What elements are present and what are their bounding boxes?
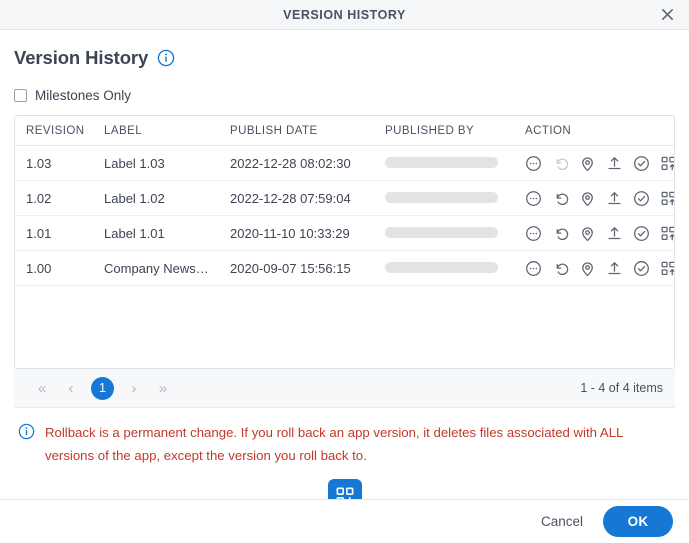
redacted-value bbox=[385, 261, 498, 273]
dialog-titlebar: VERSION HISTORY bbox=[0, 0, 689, 30]
info-circle-icon bbox=[18, 423, 35, 440]
table-header-row: REVISION LABEL PUBLISH DATE PUBLISHED BY… bbox=[15, 116, 674, 146]
table-row[interactable]: 1.01 Label 1.01 2020-11-10 10:33:29 bbox=[15, 215, 674, 251]
cancel-button[interactable]: Cancel bbox=[537, 508, 587, 535]
cell-published-by bbox=[385, 145, 525, 181]
cell-label: Label 1.03 bbox=[104, 145, 230, 181]
page-title: Version History bbox=[14, 47, 149, 68]
rollback-warning-text: Rollback is a permanent change. If you r… bbox=[45, 425, 623, 463]
dialog-footer: Cancel OK bbox=[0, 499, 689, 543]
cell-publish-date: 2020-09-07 15:56:15 bbox=[230, 250, 385, 286]
cell-label-text: Label 1.02 bbox=[104, 190, 165, 206]
cell-label: Label 1.01 bbox=[104, 215, 230, 251]
cell-label: Label 1.02 bbox=[104, 180, 230, 216]
row-action-group bbox=[525, 260, 674, 277]
cell-label-text: Label 1.01 bbox=[104, 225, 165, 241]
redacted-value bbox=[385, 226, 498, 238]
redacted-value bbox=[385, 191, 498, 203]
check-circle-icon[interactable] bbox=[633, 155, 650, 172]
check-circle-icon[interactable] bbox=[633, 260, 650, 277]
column-header-action: ACTION bbox=[525, 116, 674, 146]
row-action-group bbox=[525, 190, 674, 207]
column-header-publish-date[interactable]: PUBLISH DATE bbox=[230, 116, 385, 146]
column-header-revision[interactable]: REVISION bbox=[15, 116, 104, 146]
more-options-icon[interactable] bbox=[525, 190, 542, 207]
upload-icon[interactable] bbox=[606, 155, 623, 172]
pagination-next-icon[interactable]: › bbox=[122, 376, 146, 400]
add-to-grid-icon[interactable] bbox=[660, 225, 674, 242]
check-circle-icon[interactable] bbox=[633, 225, 650, 242]
table-row[interactable]: 1.03 Label 1.03 2022-12-28 08:02:30 bbox=[15, 145, 674, 181]
version-history-table: REVISION LABEL PUBLISH DATE PUBLISHED BY… bbox=[14, 115, 675, 369]
upload-icon[interactable] bbox=[606, 225, 623, 242]
ok-button[interactable]: OK bbox=[603, 506, 673, 537]
add-to-grid-icon[interactable] bbox=[660, 260, 674, 277]
more-options-icon[interactable] bbox=[525, 260, 542, 277]
more-options-icon[interactable] bbox=[525, 225, 542, 242]
cell-actions bbox=[525, 215, 674, 251]
milestones-only-label: Milestones Only bbox=[35, 88, 132, 103]
cell-label: Company News… bbox=[104, 250, 230, 286]
pagination-prev-icon[interactable]: ‹ bbox=[59, 376, 83, 400]
cell-label-text: Company News… bbox=[104, 260, 209, 276]
rollback-icon[interactable] bbox=[552, 225, 569, 242]
pagination-bar: « ‹ 1 › » 1 - 4 of 4 items bbox=[14, 369, 675, 408]
cell-actions bbox=[525, 250, 674, 286]
column-header-published-by[interactable]: PUBLISHED BY bbox=[385, 116, 525, 146]
cell-published-by bbox=[385, 215, 525, 251]
rollback-icon[interactable] bbox=[552, 260, 569, 277]
pagination-first-icon[interactable]: « bbox=[30, 376, 54, 400]
location-pin-icon[interactable] bbox=[579, 225, 596, 242]
check-circle-icon[interactable] bbox=[633, 190, 650, 207]
table-row[interactable]: 1.00 Company News… 2020-09-07 15:56:15 bbox=[15, 250, 674, 286]
cell-publish-date: 2022-12-28 08:02:30 bbox=[230, 145, 385, 181]
row-action-group bbox=[525, 155, 674, 172]
cell-revision: 1.00 bbox=[15, 250, 104, 286]
cell-revision: 1.03 bbox=[15, 145, 104, 181]
dialog-title: VERSION HISTORY bbox=[283, 7, 406, 22]
redacted-value bbox=[385, 156, 498, 168]
row-action-group bbox=[525, 225, 674, 242]
upload-icon[interactable] bbox=[606, 190, 623, 207]
cell-actions bbox=[525, 145, 674, 181]
pagination-page-1[interactable]: 1 bbox=[91, 376, 114, 400]
more-options-icon[interactable] bbox=[525, 155, 542, 172]
close-icon[interactable] bbox=[655, 3, 679, 27]
location-pin-icon[interactable] bbox=[579, 155, 596, 172]
cell-published-by bbox=[385, 250, 525, 286]
pagination-last-icon[interactable]: » bbox=[151, 376, 175, 400]
page-title-row: Version History bbox=[14, 30, 675, 69]
location-pin-icon[interactable] bbox=[579, 190, 596, 207]
cell-publish-date: 2022-12-28 07:59:04 bbox=[230, 180, 385, 216]
add-to-grid-icon[interactable] bbox=[660, 190, 674, 207]
cell-publish-date: 2020-11-10 10:33:29 bbox=[230, 215, 385, 251]
rollback-warning: Rollback is a permanent change. If you r… bbox=[14, 408, 675, 467]
upload-icon[interactable] bbox=[606, 260, 623, 277]
cell-revision: 1.01 bbox=[15, 215, 104, 251]
rollback-icon[interactable] bbox=[552, 190, 569, 207]
pagination-controls: « ‹ 1 › » bbox=[30, 376, 175, 400]
info-circle-icon[interactable] bbox=[157, 49, 175, 67]
rollback-icon bbox=[552, 155, 569, 172]
cell-published-by bbox=[385, 180, 525, 216]
location-pin-icon[interactable] bbox=[579, 260, 596, 277]
dialog-body: Version History Milestones Only REVISION… bbox=[0, 30, 689, 513]
column-header-label[interactable]: LABEL bbox=[104, 116, 230, 146]
cell-actions bbox=[525, 180, 674, 216]
table-row[interactable]: 1.02 Label 1.02 2022-12-28 07:59:04 bbox=[15, 180, 674, 216]
pagination-item-count: 1 - 4 of 4 items bbox=[580, 381, 663, 395]
cell-revision: 1.02 bbox=[15, 180, 104, 216]
milestones-only-checkbox[interactable]: Milestones Only bbox=[14, 88, 131, 103]
checkbox-box[interactable] bbox=[14, 89, 27, 102]
cell-label-text: Label 1.03 bbox=[104, 155, 165, 171]
add-to-grid-icon[interactable] bbox=[660, 155, 674, 172]
